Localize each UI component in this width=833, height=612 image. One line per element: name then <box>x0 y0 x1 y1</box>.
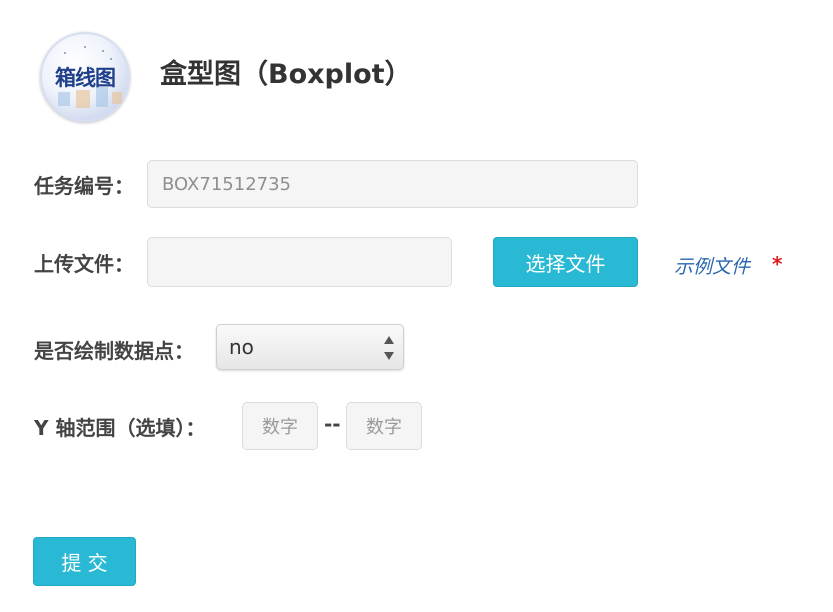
logo-text: 箱线图 <box>55 65 116 90</box>
range-separator: -- <box>324 412 341 436</box>
submit-button[interactable]: 提 交 <box>33 537 136 586</box>
required-mark: * <box>772 252 783 276</box>
logo-dot <box>84 46 86 48</box>
choose-file-button[interactable]: 选择文件 <box>493 237 638 287</box>
page-title: 盒型图（Boxplot） <box>160 59 412 90</box>
y-min-input[interactable]: 数字 <box>242 402 318 450</box>
y-max-input[interactable]: 数字 <box>346 402 422 450</box>
upload-label: 上传文件： <box>34 252 134 276</box>
draw-points-selected: no <box>229 335 254 359</box>
logo-bar <box>76 90 90 108</box>
draw-points-label: 是否绘制数据点： <box>34 339 194 363</box>
example-file-link[interactable]: 示例文件 <box>674 252 750 279</box>
upload-file-input[interactable] <box>147 237 452 287</box>
draw-points-select[interactable]: no <box>216 324 404 370</box>
select-arrows-icon <box>384 336 394 360</box>
boxplot-logo: 箱线图 <box>40 32 130 122</box>
task-id-label: 任务编号： <box>34 174 134 198</box>
task-id-input[interactable]: BOX71512735 <box>147 160 638 208</box>
y-range-label: Y 轴范围（选填）： <box>34 416 206 440</box>
logo-bar <box>58 92 70 106</box>
logo-bar <box>112 92 122 104</box>
logo-dot <box>110 58 112 60</box>
logo-dot <box>102 50 104 52</box>
logo-dot <box>64 52 66 54</box>
